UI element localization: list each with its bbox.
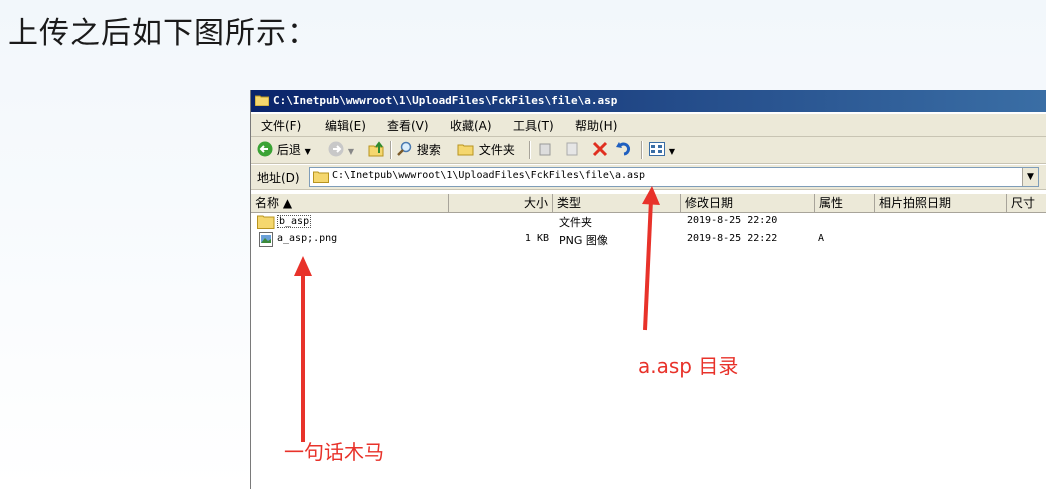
annotation-webshell: 一句话木马	[284, 440, 384, 464]
annotation-directory: a.asp 目录	[638, 354, 739, 378]
arrow-to-address	[642, 186, 660, 331]
arrow-to-file	[294, 256, 312, 442]
annotation-arrows	[294, 186, 660, 442]
